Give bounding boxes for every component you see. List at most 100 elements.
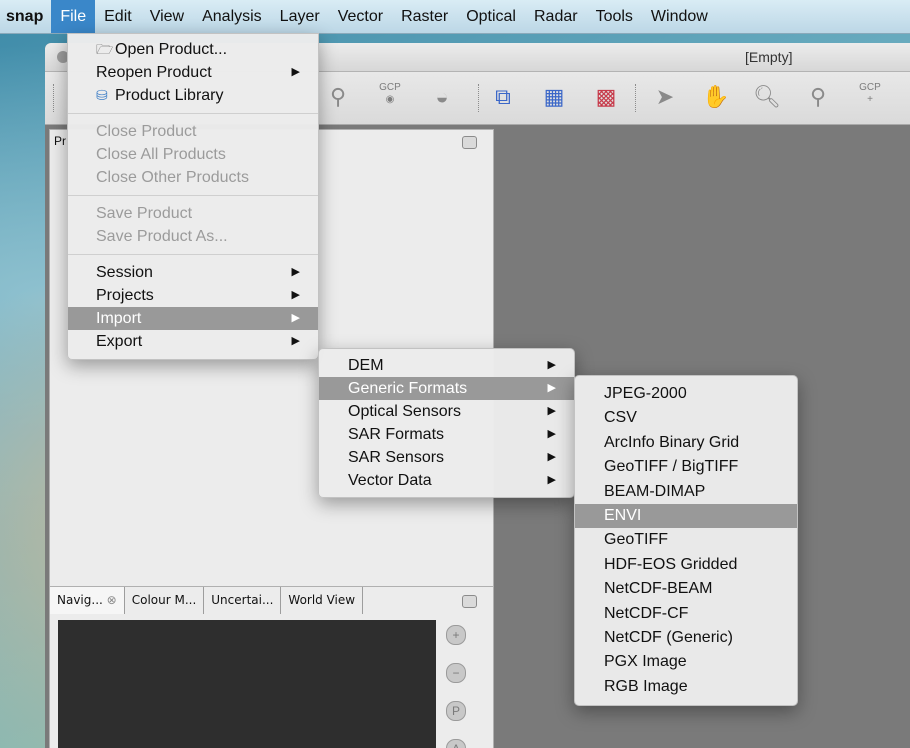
menu-item-label: Reopen Product <box>96 64 212 81</box>
menu-item-product-library[interactable]: ⛁ Product Library <box>68 84 318 107</box>
menu-item-label: Projects <box>96 287 154 304</box>
minimize-icon[interactable] <box>462 136 477 149</box>
gcp-label: GCP <box>379 82 401 93</box>
minimize-icon[interactable] <box>462 595 477 608</box>
submenu-arrow-icon: ▶ <box>291 289 300 301</box>
menu-item-hdf-eos-gridded[interactable]: HDF-EOS Gridded <box>575 553 797 577</box>
zoom-pixel-icon[interactable]: P <box>446 701 466 721</box>
menu-layer[interactable]: Layer <box>271 0 329 33</box>
menu-item-export[interactable]: Export ▶ <box>68 330 318 353</box>
zoom-all-icon[interactable]: A <box>446 739 466 748</box>
menu-item-netcdf-generic[interactable]: NetCDF (Generic) <box>575 626 797 650</box>
submenu-arrow-icon: ▶ <box>291 312 300 324</box>
menu-vector[interactable]: Vector <box>329 0 392 33</box>
tab-navigation[interactable]: Navig... ⊗ <box>50 587 125 614</box>
submenu-arrow-icon: ▶ <box>547 474 556 486</box>
gcp-add-label: GCP <box>859 82 881 93</box>
menu-item-label: Session <box>96 264 153 281</box>
menu-item-generic-formats[interactable]: Generic Formats ▶ <box>319 377 574 400</box>
menu-item-csv[interactable]: CSV <box>575 406 797 430</box>
menu-item-sar-formats[interactable]: SAR Formats ▶ <box>319 423 574 446</box>
menu-item-label: Import <box>96 310 142 327</box>
import-submenu: DEM ▶ Generic Formats ▶ Optical Sensors ▶ S… <box>318 348 575 498</box>
submenu-arrow-icon: ▶ <box>547 405 556 417</box>
menu-item-import[interactable]: Import ▶ <box>68 307 318 330</box>
zoom-tool-icon[interactable]: 🔍︎ <box>752 82 782 112</box>
select-tool-icon[interactable]: ➤ <box>650 82 680 112</box>
menu-item-envi[interactable]: ENVI <box>575 503 797 529</box>
pin-placing-icon[interactable]: ⚲ <box>323 82 353 112</box>
gcp-add-icon[interactable]: GCP + <box>855 82 885 112</box>
menu-item-beam-dimap[interactable]: BEAM-DIMAP <box>575 480 797 504</box>
zoom-out-icon[interactable]: − <box>446 663 466 683</box>
menu-item-label: Open Product... <box>115 41 228 58</box>
product-explorer-tab[interactable]: Pr <box>54 134 66 148</box>
menu-item-vector-data[interactable]: Vector Data ▶ <box>319 469 574 492</box>
file-menu: 🗁 Open Product... Reopen Product ▶ ⛁ Produc… <box>67 33 319 360</box>
tab-navigation-label: Navig... <box>57 593 103 607</box>
menu-item-reopen-product[interactable]: Reopen Product ▶ <box>68 61 318 84</box>
pin-add-icon[interactable]: ⚲ <box>803 82 833 112</box>
menu-item-netcdf-cf[interactable]: NetCDF-CF <box>575 602 797 626</box>
submenu-arrow-icon: ▶ <box>547 451 556 463</box>
menu-item-projects[interactable]: Projects ▶ <box>68 284 318 307</box>
submenu-arrow-icon: ▶ <box>291 266 300 278</box>
menu-item-geotiff[interactable]: GeoTIFF <box>575 528 797 552</box>
menu-item-label: Export <box>96 333 143 350</box>
window-title: [Empty] <box>745 49 793 65</box>
menu-tools[interactable]: Tools <box>587 0 642 33</box>
menu-item-pgx-image[interactable]: PGX Image <box>575 650 797 674</box>
pan-tool-icon[interactable]: ✋ <box>701 82 731 112</box>
zoom-in-icon[interactable]: + <box>446 625 466 645</box>
menu-window[interactable]: Window <box>642 0 717 33</box>
menu-view[interactable]: View <box>141 0 193 33</box>
menu-item-rgb-image[interactable]: RGB Image <box>575 675 797 699</box>
world-map-icon[interactable]: ▩ <box>591 82 621 112</box>
menu-item-dem[interactable]: DEM ▶ <box>319 354 574 377</box>
menu-analysis[interactable]: Analysis <box>193 0 271 33</box>
library-icon: ⛁ <box>96 87 108 103</box>
toolbar-separator <box>478 84 480 112</box>
menu-separator <box>68 254 318 255</box>
menu-item-close-other-products[interactable]: Close Other Products <box>68 166 318 189</box>
menu-item-optical-sensors[interactable]: Optical Sensors ▶ <box>319 400 574 423</box>
close-icon[interactable]: ⊗ <box>107 593 117 607</box>
menu-item-label: DEM <box>348 357 384 374</box>
menu-item-jpeg-2000[interactable]: JPEG-2000 <box>575 382 797 406</box>
tab-colour-manipulation[interactable]: Colour M... <box>125 587 205 614</box>
gcp-tool-icon[interactable]: GCP ◉ <box>375 82 405 112</box>
submenu-arrow-icon: ▶ <box>547 382 556 394</box>
menu-item-save-product[interactable]: Save Product <box>68 202 318 225</box>
submenu-arrow-icon: ▶ <box>291 66 300 78</box>
graph-builder-icon[interactable]: ⧉ <box>488 82 518 112</box>
mask-tool-icon[interactable]: ◒ <box>427 82 457 112</box>
menu-item-save-product-as[interactable]: Save Product As... <box>68 225 318 248</box>
menu-radar[interactable]: Radar <box>525 0 587 33</box>
batch-processing-icon[interactable]: ▦ <box>539 82 569 112</box>
menu-item-label: Product Library <box>115 87 224 104</box>
navigation-canvas <box>58 620 436 748</box>
menu-optical[interactable]: Optical <box>457 0 525 33</box>
menu-item-close-all-products[interactable]: Close All Products <box>68 143 318 166</box>
menu-item-arcinfo-binary-grid[interactable]: ArcInfo Binary Grid <box>575 431 797 455</box>
menu-item-open-product[interactable]: 🗁 Open Product... <box>68 38 318 61</box>
menu-bar: snap File Edit View Analysis Layer Vecto… <box>0 0 910 34</box>
menu-raster[interactable]: Raster <box>392 0 457 33</box>
toolbar-separator <box>635 84 637 112</box>
menu-separator <box>68 195 318 196</box>
menu-separator <box>68 113 318 114</box>
menu-item-geotiff-bigtiff[interactable]: GeoTIFF / BigTIFF <box>575 455 797 479</box>
menu-item-label: Optical Sensors <box>348 403 461 420</box>
tab-uncertainty[interactable]: Uncertai... <box>204 587 282 614</box>
menu-item-netcdf-beam[interactable]: NetCDF-BEAM <box>575 577 797 601</box>
menu-item-sar-sensors[interactable]: SAR Sensors ▶ <box>319 446 574 469</box>
menu-item-label: SAR Sensors <box>348 449 445 466</box>
bottom-tab-strip: Navig... ⊗ Colour M... Uncertai... World… <box>50 587 493 614</box>
menu-item-session[interactable]: Session ▶ <box>68 261 318 284</box>
menu-item-close-product[interactable]: Close Product <box>68 120 318 143</box>
generic-formats-submenu: JPEG-2000 CSV ArcInfo Binary Grid GeoTIF… <box>574 375 798 707</box>
menu-edit[interactable]: Edit <box>95 0 141 33</box>
menu-item-label: Generic Formats <box>348 380 468 397</box>
tab-world-view[interactable]: World View <box>281 587 364 614</box>
menu-file[interactable]: File <box>51 0 96 33</box>
